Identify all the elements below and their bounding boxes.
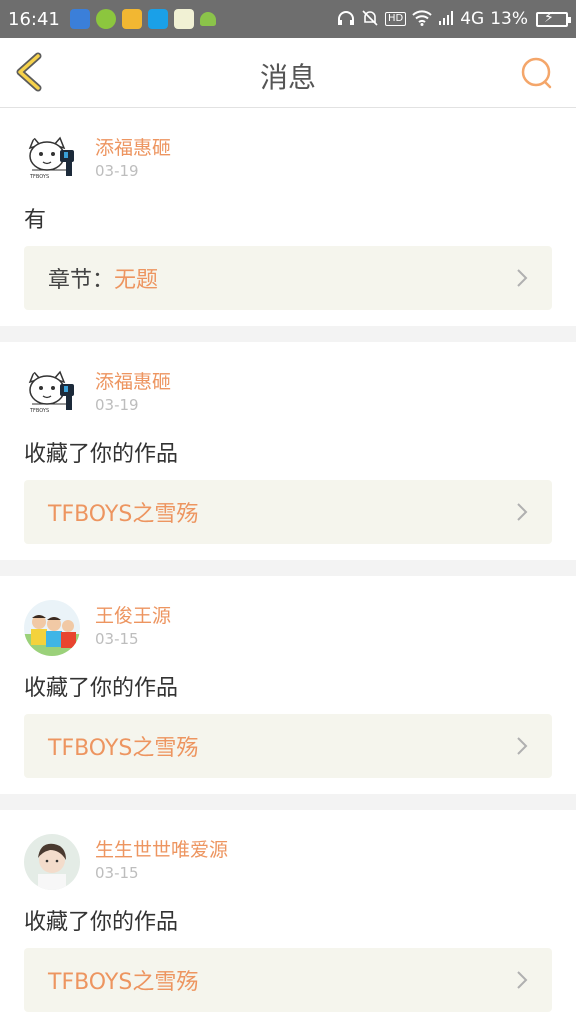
signal-icon xyxy=(438,10,454,29)
message-date: 03-15 xyxy=(95,864,139,882)
network-type: 4G xyxy=(460,9,485,29)
user-name[interactable]: 添福惠砸 xyxy=(95,367,171,394)
message-text: 收藏了你的作品 xyxy=(24,676,179,701)
reference-title: TFBOYS之雪殇 xyxy=(48,502,199,527)
message-text: 收藏了你的作品 xyxy=(24,442,179,467)
reference-title: TFBOYS之雪殇 xyxy=(48,736,199,761)
nav-bar: 消息 xyxy=(0,38,576,108)
chevron-right-icon xyxy=(517,737,528,755)
message-list: TFBOYS 添福惠砸 03-19 有 章节： 无题 TFBOYS 添福惠砸 0… xyxy=(0,108,576,1028)
app-notification-icon xyxy=(95,9,116,29)
app-notification-icon xyxy=(69,9,90,29)
list-divider xyxy=(0,560,576,576)
message-text: 有 xyxy=(24,208,47,233)
list-divider xyxy=(0,326,576,342)
search-icon xyxy=(521,57,552,89)
user-name[interactable]: 添福惠砸 xyxy=(95,133,171,160)
wifi-icon xyxy=(412,9,432,29)
message-item: 王俊王源 03-15 收藏了你的作品 TFBOYS之雪殇 xyxy=(0,576,576,794)
avatar[interactable] xyxy=(24,600,80,656)
message-date: 03-15 xyxy=(95,630,139,648)
message-text: 收藏了你的作品 xyxy=(24,910,179,935)
chevron-right-icon xyxy=(517,971,528,989)
reference-title: 无题 xyxy=(114,268,159,293)
message-date: 03-19 xyxy=(95,396,139,414)
reference-prefix: 章节： xyxy=(48,268,115,293)
message-date: 03-19 xyxy=(95,162,139,180)
user-name[interactable]: 王俊王源 xyxy=(95,601,171,628)
app-notification-icon xyxy=(121,9,142,29)
reference-link[interactable]: TFBOYS之雪殇 xyxy=(24,480,552,544)
mute-bell-icon xyxy=(361,9,379,30)
svg-text:TFBOYS: TFBOYS xyxy=(29,408,49,414)
message-item: TFBOYS 添福惠砸 03-19 有 章节： 无题 xyxy=(0,108,576,326)
message-item: TFBOYS 添福惠砸 03-19 收藏了你的作品 TFBOYS之雪殇 xyxy=(0,342,576,560)
avatar[interactable]: TFBOYS xyxy=(24,132,80,188)
headphones-icon xyxy=(337,10,355,29)
android-icon xyxy=(199,12,216,26)
svg-text:TFBOYS: TFBOYS xyxy=(29,174,49,180)
page-title: 消息 xyxy=(259,61,316,94)
status-time: 16:41 xyxy=(8,8,60,30)
status-bar: 16:41 HD 4G 13% ⚡ xyxy=(0,0,576,38)
app-notification-icon xyxy=(173,9,194,29)
reference-link[interactable]: TFBOYS之雪殇 xyxy=(24,714,552,778)
avatar[interactable]: TFBOYS xyxy=(24,366,80,422)
reference-link[interactable]: 章节： 无题 xyxy=(24,246,552,310)
user-name[interactable]: 生生世世唯爱源 xyxy=(95,835,228,862)
chevron-right-icon xyxy=(517,269,528,287)
message-item: 生生世世唯爱源 03-15 收藏了你的作品 TFBOYS之雪殇 xyxy=(0,810,576,1028)
search-button[interactable] xyxy=(518,54,556,92)
battery-percent: 13% xyxy=(490,9,528,29)
battery-charging-icon: ⚡ xyxy=(536,10,571,27)
reference-link[interactable]: TFBOYS之雪殇 xyxy=(24,948,552,1012)
avatar[interactable] xyxy=(24,834,80,890)
reference-title: TFBOYS之雪殇 xyxy=(48,970,199,995)
hd-icon: HD xyxy=(384,12,407,26)
chevron-right-icon xyxy=(517,503,528,521)
list-divider xyxy=(0,794,576,810)
app-notification-icon xyxy=(147,9,168,29)
